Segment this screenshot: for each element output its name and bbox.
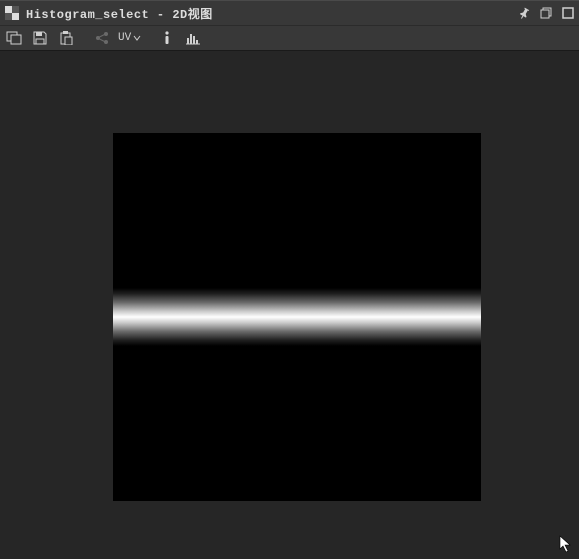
gradient-stripe bbox=[113, 288, 481, 346]
pin-button[interactable] bbox=[513, 2, 535, 24]
histogram-icon bbox=[185, 31, 201, 45]
viewport-2d[interactable] bbox=[0, 51, 579, 559]
chevron-down-icon bbox=[133, 34, 141, 42]
canvas-image bbox=[113, 133, 481, 501]
cursor-arrow-icon bbox=[559, 535, 573, 553]
paste-button[interactable] bbox=[54, 27, 78, 49]
restore-button[interactable] bbox=[535, 2, 557, 24]
info-icon bbox=[162, 31, 172, 45]
toolbar: UV bbox=[0, 25, 579, 51]
window-title: Histogram_select - 2D视图 bbox=[26, 5, 513, 22]
restore-icon bbox=[540, 7, 552, 19]
uv-label: UV bbox=[118, 32, 131, 44]
histogram-button[interactable] bbox=[181, 27, 205, 49]
share-icon bbox=[95, 31, 109, 45]
uv-dropdown[interactable]: UV bbox=[116, 32, 143, 44]
pin-icon bbox=[518, 7, 530, 19]
share-button[interactable] bbox=[90, 27, 114, 49]
overlay-icon bbox=[6, 31, 22, 45]
paste-icon bbox=[59, 31, 73, 45]
overlay-button[interactable] bbox=[2, 27, 26, 49]
titlebar: Histogram_select - 2D视图 bbox=[0, 0, 579, 25]
checkerboard-icon bbox=[2, 3, 22, 23]
maximize-icon bbox=[562, 7, 574, 19]
save-icon bbox=[33, 31, 47, 45]
maximize-button[interactable] bbox=[557, 2, 579, 24]
info-button[interactable] bbox=[155, 27, 179, 49]
save-button[interactable] bbox=[28, 27, 52, 49]
